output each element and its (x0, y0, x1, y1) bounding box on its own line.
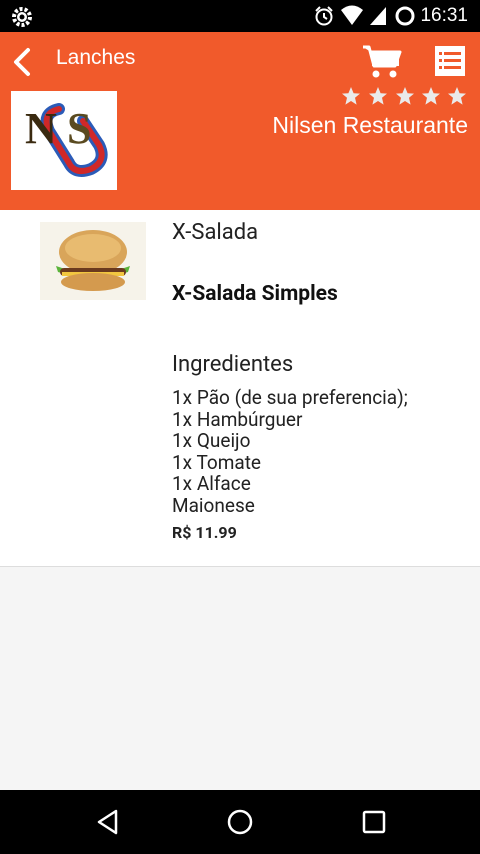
wifi-icon (341, 5, 363, 25)
rating-star-icon (422, 87, 440, 105)
status-time: 16:31 (420, 5, 468, 26)
signal-icon (370, 7, 386, 25)
rating-star-icon (448, 87, 466, 105)
page-title[interactable]: Lanches (56, 46, 135, 70)
battery-icon (395, 6, 415, 26)
recents-nav-icon[interactable] (360, 808, 388, 836)
restaurant-name: Nilsen Restaurante (272, 112, 468, 138)
ingredient-item: 1x Pão (de sua preferencia); (172, 386, 408, 409)
ingredient-item: 1x Alface (172, 472, 251, 495)
rating-star-icon (342, 87, 360, 105)
alarm-icon (315, 6, 333, 26)
product-name: X-Salada Simples (172, 282, 338, 306)
cart-icon[interactable] (362, 44, 402, 80)
ingredient-item: 1x Tomate (172, 450, 261, 474)
product-image (40, 222, 146, 300)
restaurant-logo: N S (11, 91, 117, 190)
product-price: R$ 11.99 (172, 523, 237, 542)
ingredient-item: Maionese (172, 493, 255, 517)
chevron-left-icon[interactable] (8, 46, 36, 78)
ingredient-item: 1x Queijo (172, 429, 251, 452)
system-nav-bar (0, 790, 480, 854)
back-nav-icon[interactable] (94, 808, 122, 836)
ingredient-item: 1x Hambúrguer (172, 407, 303, 431)
gear-icon (12, 7, 32, 27)
product-card: X-Salada X-Salada Simples Ingredientes 1… (0, 210, 480, 567)
ingredients-list: 1x Pão (de sua preferencia); 1x Hambúrgu… (172, 387, 408, 516)
list-icon[interactable] (433, 44, 467, 78)
rating-star-icon (369, 87, 387, 105)
app-header: Lanches N S Nilsen Restaurante (0, 32, 480, 210)
svg-text:N: N (25, 104, 57, 153)
ingredients-title: Ingredientes (172, 352, 294, 377)
svg-text:S: S (67, 104, 91, 153)
status-bar: 16:31 (0, 0, 480, 32)
rating-star-icon (396, 87, 414, 105)
product-category: X-Salada (172, 220, 259, 245)
home-nav-icon[interactable] (226, 808, 254, 836)
